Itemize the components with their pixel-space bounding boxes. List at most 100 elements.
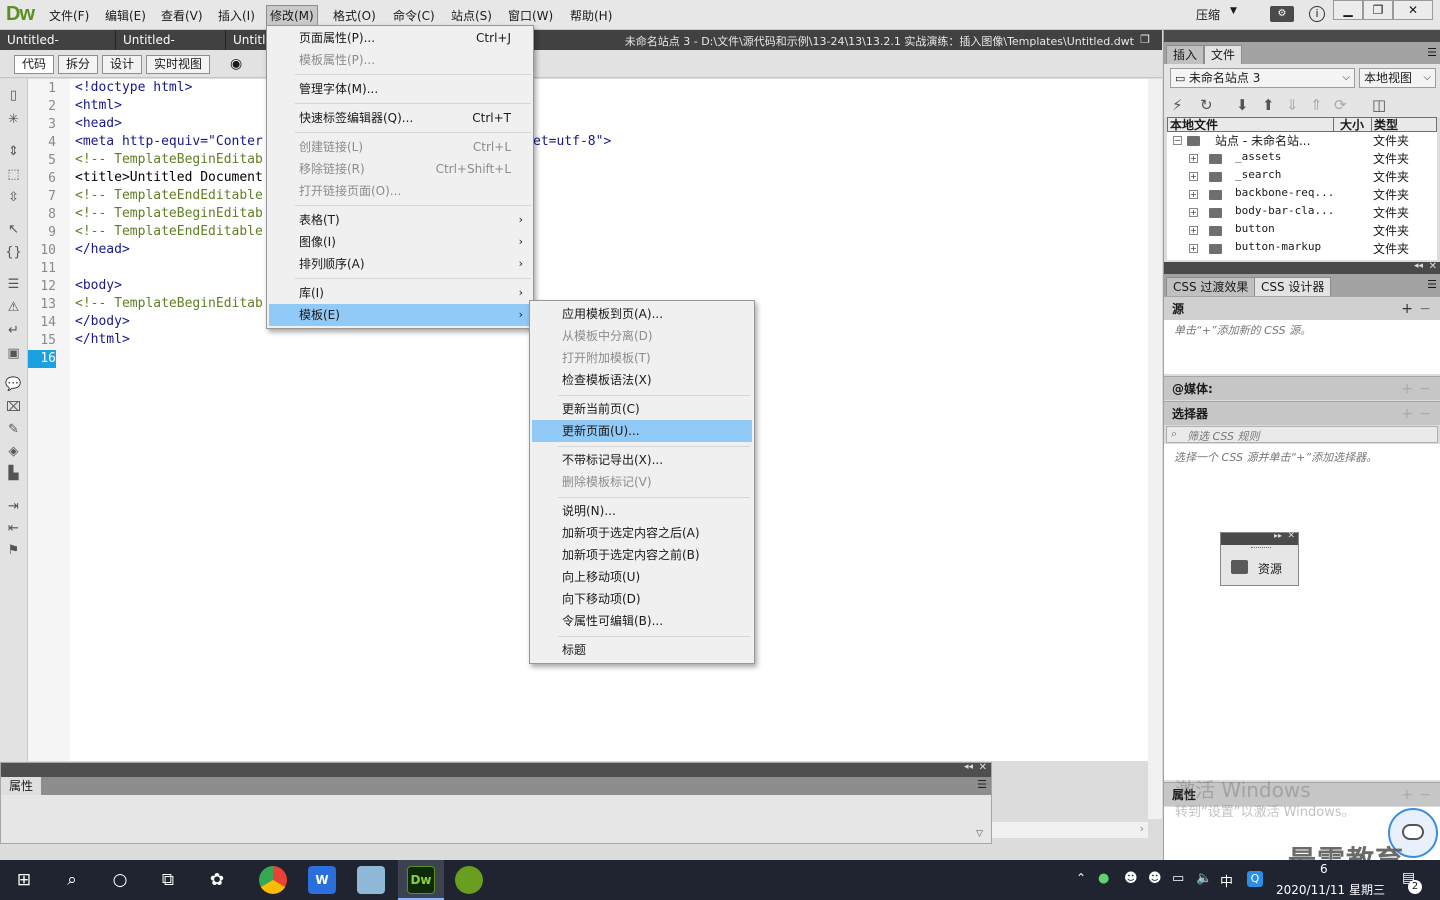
remove-comment-icon[interactable]: ⌧ bbox=[5, 399, 22, 416]
site-select[interactable]: ▭ 未命名站点 3 ⌵ bbox=[1170, 68, 1355, 88]
close-icon[interactable]: ✕ bbox=[979, 762, 987, 773]
q-app-icon[interactable]: Q bbox=[1247, 871, 1263, 887]
menu-item-image[interactable]: 图像(I) › bbox=[269, 231, 531, 253]
menu-item-manage-fonts[interactable]: 管理字体(M)... bbox=[269, 78, 531, 100]
live-view-button[interactable]: 实时视图 bbox=[146, 55, 211, 74]
menu-item-description[interactable]: 说明(N)... bbox=[532, 500, 752, 522]
expand-panel-icon[interactable]: ◫ bbox=[1372, 96, 1386, 114]
restore-button[interactable]: ❐ bbox=[1363, 0, 1393, 20]
highlight-invalid-icon[interactable]: ⚠ bbox=[5, 299, 22, 316]
syntax-coloring-icon[interactable]: ▣ bbox=[5, 345, 22, 362]
menu-item-page-properties[interactable]: 页面属性(P)... Ctrl+J bbox=[269, 27, 531, 49]
clock-date[interactable]: 2020/11/11 星期三 bbox=[1276, 881, 1385, 898]
menu-item-check-template-syntax[interactable]: 检查模板语法(X) bbox=[532, 369, 752, 391]
menu-item-make-link[interactable]: 创建链接(L) Ctrl+L bbox=[269, 136, 531, 158]
green-app-icon[interactable] bbox=[455, 866, 483, 894]
chevron-right-icon[interactable]: › bbox=[1140, 822, 1144, 835]
collapse-icon[interactable]: ▸▸ bbox=[1274, 531, 1282, 540]
outdent-icon[interactable]: ⇤ bbox=[5, 520, 22, 537]
add-media-button[interactable]: + bbox=[1401, 377, 1413, 401]
view-select[interactable]: 本地视图 ⌵ bbox=[1359, 68, 1436, 88]
split-view-button[interactable]: 拆分 bbox=[58, 55, 99, 74]
code-view-button[interactable]: 代码 bbox=[14, 55, 55, 74]
wps-writer-icon[interactable]: W bbox=[308, 866, 336, 894]
menu-item-update-pages[interactable]: 更新页面(U)... bbox=[532, 420, 752, 442]
check-in-icon[interactable]: ⇑ bbox=[1310, 96, 1323, 114]
file-management-icon[interactable]: ✳ bbox=[5, 111, 22, 128]
menu-site[interactable]: 站点(S) bbox=[448, 6, 495, 25]
expand-toggle-icon[interactable]: + bbox=[1189, 208, 1198, 217]
menu-item-table[interactable]: 表格(T) › bbox=[269, 209, 531, 231]
collapse-toggle-icon[interactable]: − bbox=[1173, 136, 1182, 145]
expand-toggle-icon[interactable]: + bbox=[1189, 154, 1198, 163]
balance-braces-icon[interactable]: {} bbox=[5, 244, 22, 261]
chrome-icon[interactable] bbox=[259, 866, 287, 894]
expand-icon[interactable]: ▽ bbox=[976, 829, 983, 839]
select-parent-tag-icon[interactable]: ↖ bbox=[5, 221, 22, 238]
menu-item-library[interactable]: 库(I) › bbox=[269, 282, 531, 304]
menu-item-new-entry-before[interactable]: 加新项于选定内容之前(B) bbox=[532, 544, 752, 566]
check-out-icon[interactable]: ⇓ bbox=[1286, 96, 1299, 114]
menu-window[interactable]: 窗口(W) bbox=[505, 6, 556, 25]
column-type[interactable]: 类型 bbox=[1374, 118, 1398, 132]
assets-floating-panel[interactable]: ▸▸ ✕ 资源 bbox=[1220, 531, 1299, 586]
menu-item-open-attached-template[interactable]: 打开附加模板(T) bbox=[532, 347, 752, 369]
menu-modify[interactable]: 修改(M) bbox=[266, 5, 318, 26]
menu-item-arrange[interactable]: 排列顺序(A) › bbox=[269, 253, 531, 275]
menu-item-move-entry-down[interactable]: 向下移动项(D) bbox=[532, 588, 752, 610]
qq-icon[interactable]: ☻ bbox=[1124, 871, 1138, 886]
menu-format[interactable]: 格式(O) bbox=[330, 6, 379, 25]
expand-toggle-icon[interactable]: + bbox=[1189, 226, 1198, 235]
sync-settings-icon[interactable]: ⚙ bbox=[1270, 6, 1294, 22]
tab-untitled-2[interactable]: Untitled-2.html× bbox=[116, 30, 226, 67]
menu-item-detach-template[interactable]: 从模板中分离(D) bbox=[532, 325, 752, 347]
menu-file[interactable]: 文件(F) bbox=[46, 6, 92, 25]
notepad-icon[interactable] bbox=[357, 866, 385, 894]
add-selector-button[interactable]: + bbox=[1401, 402, 1413, 426]
synchronize-icon[interactable]: ⟳ bbox=[1334, 96, 1347, 114]
add-source-button[interactable]: + bbox=[1401, 297, 1413, 321]
column-local-files[interactable]: 本地文件 bbox=[1170, 118, 1218, 132]
menu-item-template-properties[interactable]: 模板属性(P)... bbox=[269, 49, 531, 71]
tree-item[interactable]: + body-bar-cla... 文件夹 bbox=[1167, 204, 1437, 222]
menu-edit[interactable]: 编辑(E) bbox=[102, 6, 149, 25]
menu-item-remove-link[interactable]: 移除链接(R) Ctrl+Shift+L bbox=[269, 158, 531, 180]
put-files-icon[interactable]: ⬆ bbox=[1262, 96, 1275, 114]
menu-view[interactable]: 查看(V) bbox=[158, 6, 206, 25]
info-icon[interactable]: i bbox=[1309, 6, 1325, 22]
format-source-icon[interactable]: ⚑ bbox=[5, 542, 22, 559]
add-property-button[interactable]: + bbox=[1401, 783, 1413, 807]
menu-item-move-entry-up[interactable]: 向上移动项(U) bbox=[532, 566, 752, 588]
move-css-icon[interactable]: ▙ bbox=[5, 465, 22, 482]
windows-start-icon[interactable]: ⊞ bbox=[12, 868, 36, 892]
column-size[interactable]: 大小 bbox=[1340, 118, 1364, 132]
qq-icon[interactable]: ☻ bbox=[1148, 871, 1162, 886]
disconnect-icon[interactable]: ⚡ bbox=[1172, 96, 1183, 114]
menu-item-quick-tag-editor[interactable]: 快速标签编辑器(Q)... Ctrl+T bbox=[269, 107, 531, 129]
vertical-scrollbar[interactable] bbox=[1148, 79, 1162, 819]
tree-root-site[interactable]: − 站点 - 未命名站... 文件夹 bbox=[1167, 132, 1437, 150]
wechat-icon[interactable]: ● bbox=[1098, 871, 1109, 886]
tree-item[interactable]: + _search 文件夹 bbox=[1167, 168, 1437, 186]
panel-options-icon[interactable]: ☰ bbox=[977, 778, 987, 791]
collapse-icon[interactable]: ◂◂ bbox=[964, 762, 973, 772]
tab-untitled-1[interactable]: Untitled-1.html*× bbox=[0, 30, 116, 67]
clock-time[interactable]: 6 bbox=[1320, 862, 1328, 876]
task-view-icon[interactable]: ⧉ bbox=[156, 868, 180, 892]
tree-item[interactable]: + button 文件夹 bbox=[1167, 222, 1437, 240]
tab-css-transitions[interactable]: CSS 过渡效果 bbox=[1166, 277, 1256, 296]
tree-item[interactable]: + backbone-req... 文件夹 bbox=[1167, 186, 1437, 204]
pinwheel-app-icon[interactable]: ✿ bbox=[205, 868, 229, 892]
minimize-button[interactable]: ▁ bbox=[1333, 0, 1363, 20]
ime-indicator[interactable]: 中 bbox=[1220, 871, 1233, 890]
menu-item-make-attribute-editable[interactable]: 令属性可编辑(B)... bbox=[532, 610, 752, 632]
recent-snippets-icon[interactable]: ◈ bbox=[5, 443, 22, 460]
volume-icon[interactable]: 🔈 bbox=[1196, 871, 1212, 886]
menu-item-title[interactable]: 标题 bbox=[532, 639, 752, 661]
close-button[interactable]: ✕ bbox=[1393, 0, 1433, 20]
get-files-icon[interactable]: ⬇ bbox=[1236, 96, 1249, 114]
apply-comment-icon[interactable]: 💬 bbox=[5, 376, 22, 393]
menu-commands[interactable]: 命令(C) bbox=[390, 6, 438, 25]
show-hidden-icons-icon[interactable]: ⌃ bbox=[1076, 871, 1086, 885]
search-icon[interactable]: ⌕ bbox=[60, 868, 84, 892]
